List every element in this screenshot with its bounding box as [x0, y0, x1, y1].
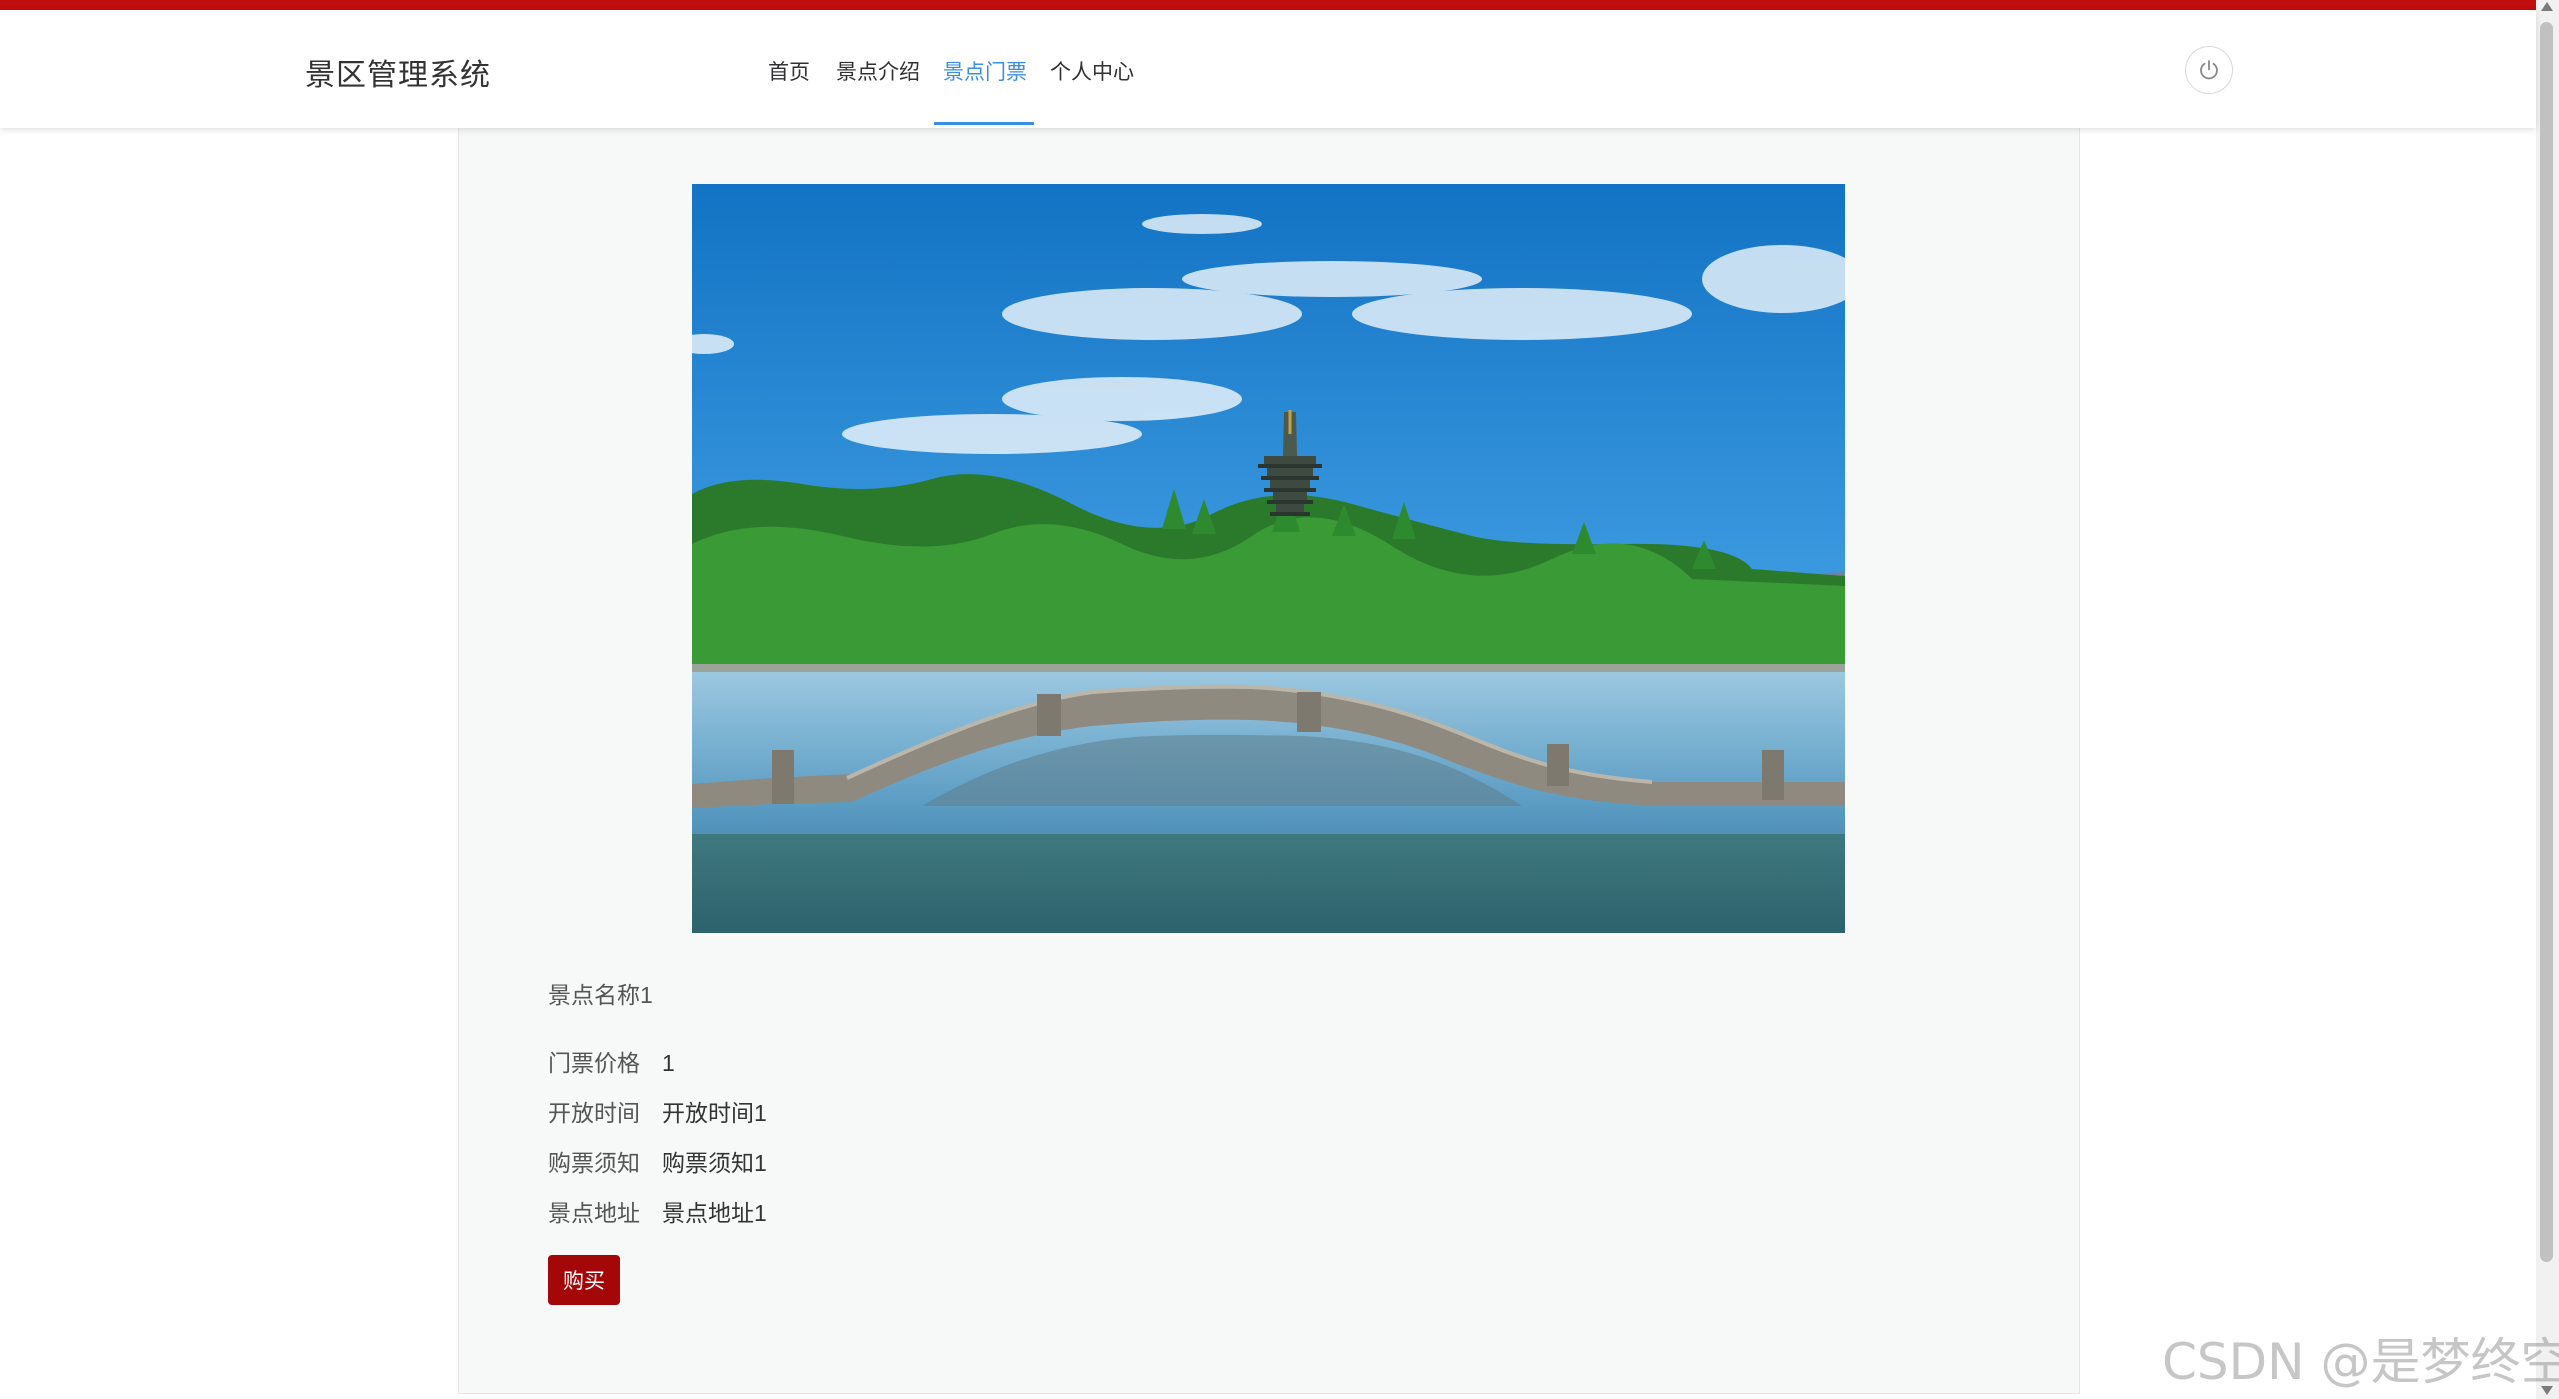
price-value: 1 [662, 1050, 675, 1076]
address-label: 景点地址 [548, 1200, 640, 1226]
notice-value: 购票须知1 [662, 1150, 767, 1176]
hours-label: 开放时间 [548, 1100, 640, 1126]
power-icon [2200, 60, 2218, 80]
info-row-notice: 购票须知 购票须知1 [548, 1144, 767, 1178]
csdn-watermark: CSDN @是梦终空 [2162, 1333, 2559, 1391]
info-row-hours: 开放时间 开放时间1 [548, 1094, 767, 1128]
notice-label: 购票须知 [548, 1150, 640, 1176]
address-value: 景点地址1 [662, 1200, 767, 1226]
scroll-up-arrow-icon[interactable] [2541, 2, 2553, 11]
active-nav-underline [934, 122, 1034, 125]
nav-item-attractions[interactable]: 景点介绍 [836, 56, 920, 86]
info-row-price: 门票价格 1 [548, 1044, 675, 1078]
top-accent-stripe [0, 0, 2536, 10]
nav-item-home[interactable]: 首页 [768, 56, 810, 86]
hours-value: 开放时间1 [662, 1100, 767, 1126]
scrollbar-thumb[interactable] [2540, 22, 2553, 1262]
price-label: 门票价格 [548, 1050, 640, 1076]
spot-name: 景点名称1 [548, 982, 653, 1008]
buy-button[interactable]: 购买 [548, 1255, 620, 1305]
nav-item-profile[interactable]: 个人中心 [1050, 56, 1134, 86]
top-header: 景区管理系统 首页 景点介绍 景点门票 个人中心 [0, 10, 2536, 128]
logout-button[interactable] [2185, 46, 2233, 94]
app-title: 景区管理系统 [305, 59, 491, 92]
scenic-spot-photo [692, 184, 1845, 933]
info-row-address: 景点地址 景点地址1 [548, 1194, 767, 1228]
nav-item-tickets[interactable]: 景点门票 [943, 56, 1027, 86]
